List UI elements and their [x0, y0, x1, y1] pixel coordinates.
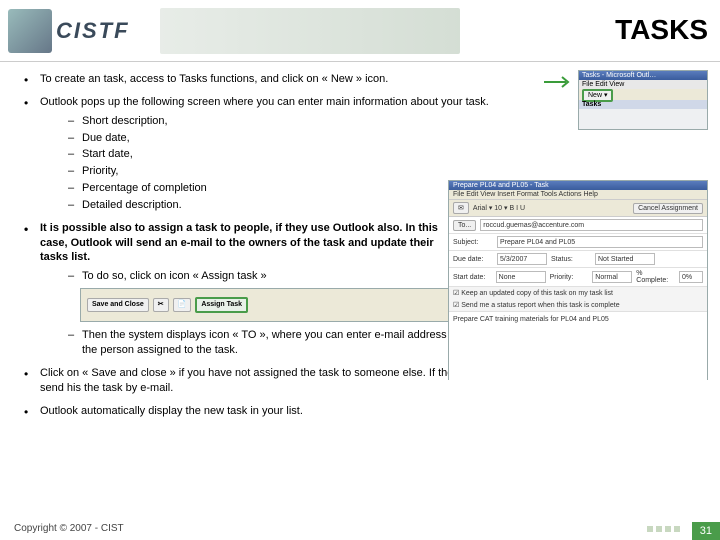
task-titlebar: Prepare PL04 and PL05 - Task: [449, 181, 707, 190]
send-icon: ✉: [453, 202, 469, 214]
sub-3-1: To do so, click on icon « Assign task »: [40, 269, 438, 284]
bullet-3-text: It is possible also to assign a task to …: [40, 222, 438, 264]
save-and-close-button: Save and Close: [87, 298, 149, 311]
thumb-tasks-label: Tasks: [579, 100, 707, 109]
bullet-3: It is possible also to assign a task to …: [18, 221, 438, 358]
assign-task-button: Assign Task: [195, 297, 248, 312]
sub-2-3: Start date,: [40, 147, 702, 162]
sub-2-4: Priority,: [40, 164, 702, 179]
sub-2-2: Due date,: [40, 131, 702, 146]
thumb-menu: File Edit View: [579, 80, 707, 89]
cancel-assignment-button: Cancel Assignment: [633, 203, 703, 214]
check-1-label: Keep an updated copy of this task on my …: [461, 290, 613, 297]
bullet-2-text: Outlook pops up the following screen whe…: [40, 96, 489, 108]
status-label: Status:: [551, 256, 591, 263]
task-window-screenshot: Prepare PL04 and PL05 - Task File Edit V…: [448, 180, 708, 380]
priority-label: Priority:: [550, 274, 589, 281]
check-2: ☑ Send me a status report when this task…: [453, 301, 620, 309]
logo-text: CISTF: [56, 18, 130, 44]
task-toolbar: ✉ Arial ▾ 10 ▾ B I U Cancel Assignment: [449, 200, 707, 217]
tasks-pane-screenshot: Tasks - Microsoft Outl… File Edit View N…: [578, 70, 708, 130]
footer-decoration: [647, 526, 680, 532]
subject-label: Subject:: [453, 239, 493, 246]
to-button: To...: [453, 220, 476, 231]
assign-toolbar-screenshot: Save and Close ✂ 📄 Assign Task: [80, 288, 480, 322]
due-label: Due date:: [453, 256, 493, 263]
thumb-titlebar: Tasks - Microsoft Outl…: [579, 71, 707, 80]
start-field: None: [496, 271, 546, 283]
check-2-label: Send me a status report when this task i…: [461, 302, 619, 309]
bullet-5: Outlook automatically display the new ta…: [18, 404, 702, 419]
due-field: 5/3/2007: [497, 253, 547, 265]
task-menubar: File Edit View Insert Format Tools Actio…: [449, 190, 707, 200]
copyright: Copyright © 2007 - CIST: [14, 523, 124, 534]
bullet-1-text: To create an task, access to Tasks funct…: [40, 73, 388, 85]
copy-icon: 📄: [173, 298, 192, 311]
subject-field: Prepare PL04 and PL05: [497, 236, 703, 248]
sub-3-2: Then the system displays icon « TO », wh…: [40, 328, 460, 358]
logo-mark: [8, 9, 52, 53]
priority-field: Normal: [592, 271, 632, 283]
slide-header: CISTF TASKS: [0, 0, 720, 62]
to-field: roccud.guemas@accenture.com: [480, 219, 703, 231]
logo: CISTF: [8, 4, 158, 58]
task-body: Prepare CAT training materials for PL04 …: [449, 312, 707, 382]
page-title: TASKS: [615, 14, 708, 46]
banner-image: [160, 8, 460, 54]
complete-field: 0%: [679, 271, 703, 283]
complete-label: % Complete:: [636, 270, 675, 284]
cut-icon: ✂: [153, 298, 169, 311]
status-field: Not Started: [595, 253, 655, 265]
check-1: ☑ Keep an updated copy of this task on m…: [453, 289, 613, 297]
page-number: 31: [692, 522, 720, 540]
start-label: Start date:: [453, 274, 492, 281]
